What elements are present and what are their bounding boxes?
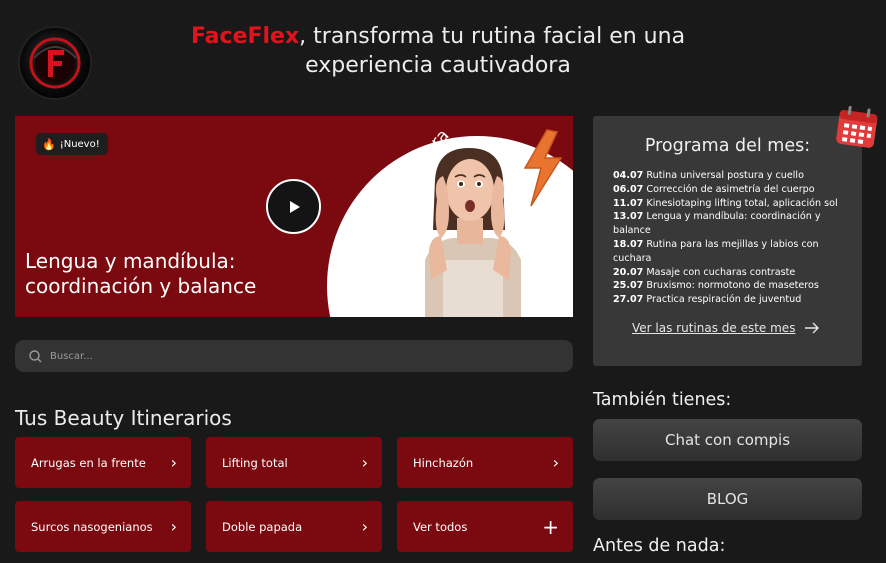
chat-button[interactable]: Chat con compis bbox=[593, 419, 862, 461]
calendar-icon bbox=[836, 105, 878, 148]
itinerary-tile[interactable]: Lifting total › bbox=[206, 437, 382, 488]
chevron-right-icon: › bbox=[361, 516, 368, 536]
program-title: Programa del mes: bbox=[644, 136, 811, 156]
new-badge-label: ¡Nuevo! bbox=[59, 138, 100, 150]
itinerary-label: Ver todos bbox=[413, 519, 468, 534]
lightning-bolt-icon bbox=[523, 129, 563, 207]
page-title: FaceFlex, transforma tu rutina facial en… bbox=[150, 22, 726, 80]
hero-title: Lengua y mandíbula: coordinación y balan… bbox=[25, 249, 315, 299]
play-icon bbox=[289, 200, 300, 213]
faceflex-logo[interactable] bbox=[20, 28, 90, 98]
blog-button[interactable]: BLOG bbox=[593, 478, 862, 520]
program-item: 20.07 Masaje con cucharas contraste bbox=[613, 266, 796, 278]
view-month-routines-label: Ver las rutinas de este mes bbox=[632, 321, 796, 335]
program-item: 11.07 Kinesiotaping lifting total, aplic… bbox=[613, 197, 838, 209]
program-item: 06.07 Corrección de asimetría del cuerpo bbox=[613, 183, 815, 195]
before-anything-title: Antes de nada: bbox=[593, 536, 726, 556]
hero-title-line2: coordinación y balance bbox=[25, 274, 257, 298]
hero-title-line1: Lengua y mandíbula: bbox=[25, 249, 236, 273]
brand-name: FaceFlex bbox=[190, 24, 300, 49]
play-button[interactable] bbox=[266, 179, 321, 234]
itineraries-title: Tus Beauty Itinerarios bbox=[15, 406, 232, 430]
logo-emblem-icon bbox=[29, 37, 81, 89]
monthly-program-panel: Programa del mes: 04.07 Rutina universal… bbox=[593, 116, 862, 366]
page-tagline: , transforma tu rutina facial en una exp… bbox=[299, 24, 686, 78]
search-input[interactable] bbox=[50, 350, 530, 362]
search-icon bbox=[29, 349, 42, 362]
also-have-title: También tienes: bbox=[593, 390, 732, 410]
program-item: 13.07 Lengua y mandíbula: coordinación y… bbox=[613, 211, 821, 237]
flame-icon: 🔥 bbox=[42, 137, 56, 151]
itinerary-label: Doble papada bbox=[222, 519, 303, 534]
plus-icon: + bbox=[542, 514, 559, 539]
itinerary-label: Surcos nasogenianos bbox=[31, 519, 153, 534]
chevron-right-icon: › bbox=[170, 452, 177, 472]
program-item: 18.07 Rutina para las mejillas y labios … bbox=[613, 238, 819, 264]
new-badge: 🔥 ¡Nuevo! bbox=[36, 133, 108, 155]
search-bar[interactable] bbox=[15, 340, 573, 372]
program-list: 04.07 Rutina universal postura y cuello … bbox=[613, 169, 853, 307]
chevron-right-icon: › bbox=[361, 452, 368, 472]
view-month-routines-link[interactable]: Ver las rutinas de este mes bbox=[632, 321, 820, 335]
itinerary-tile[interactable]: Surcos nasogenianos › bbox=[15, 501, 191, 552]
itinerary-tile[interactable]: Doble papada › bbox=[206, 501, 382, 552]
hero-banner[interactable]: 🔥 ¡Nuevo! Lengua y mandíbula: coordinaci… bbox=[15, 116, 573, 317]
itinerary-tile[interactable]: Hinchazón › bbox=[397, 437, 573, 488]
program-item: 04.07 Rutina universal postura y cuello bbox=[613, 170, 804, 181]
itinerary-label: Hinchazón bbox=[413, 455, 474, 470]
itinerary-tile[interactable]: Arrugas en la frente › bbox=[15, 437, 191, 488]
see-all-tile[interactable]: Ver todos + bbox=[397, 501, 573, 552]
chevron-right-icon: › bbox=[170, 516, 177, 536]
program-item: 27.07 Practica respiración de juventud bbox=[613, 294, 802, 306]
itinerary-label: Lifting total bbox=[222, 455, 288, 470]
program-item: 25.07 Bruxismo: normotono de maseteros bbox=[613, 280, 819, 292]
arrow-right-icon bbox=[805, 322, 820, 334]
chevron-right-icon: › bbox=[552, 452, 559, 472]
itinerary-label: Arrugas en la frente bbox=[31, 455, 146, 470]
